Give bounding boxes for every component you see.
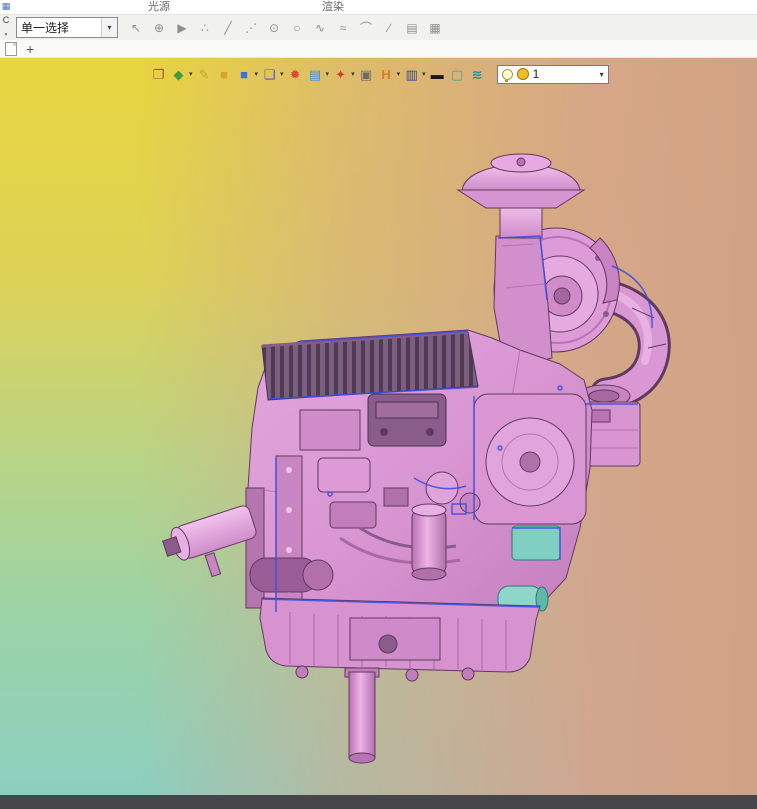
line-icon[interactable]: ╱ — [220, 20, 236, 36]
rotate-select-icon[interactable]: ⊕ — [151, 20, 167, 36]
starter-motor[interactable] — [249, 557, 334, 593]
cube-stack-icon[interactable]: ❏ — [261, 66, 278, 83]
control-box[interactable] — [367, 393, 447, 447]
edge-icon-strip: ▦ C ▪ — [0, 0, 12, 46]
pulley-cover[interactable] — [473, 393, 587, 525]
circle-point-icon[interactable]: ⊙ — [266, 20, 282, 36]
cube-yellow-icon[interactable]: ■ — [216, 66, 233, 83]
right-mount-bracket[interactable] — [585, 401, 641, 467]
light-count-value: 1 — [532, 67, 540, 81]
spline-icon[interactable]: ∿ — [312, 20, 328, 36]
arc-icon[interactable]: ⌒ — [358, 20, 374, 36]
cube-blue-icon-caret[interactable]: ▾ — [255, 70, 259, 78]
taskbar-strip — [0, 795, 757, 809]
layers-sheet-icon[interactable]: ▦ — [427, 20, 443, 36]
monitor-icon-caret[interactable]: ▾ — [422, 70, 426, 78]
light-count-dropdown[interactable]: 1 ▾ — [496, 64, 609, 84]
fuel-filter[interactable] — [411, 503, 447, 581]
texture-image-icon[interactable]: ▤ — [307, 66, 324, 83]
new-tab-button[interactable]: + — [26, 41, 34, 57]
cube-blue-icon[interactable]: ■ — [236, 66, 253, 83]
viewport-3d[interactable]: ❐ ◆ ▾ ✎ ■ ■ ▾ ❏ ▾ ✹ ▤ ▾ ✦ ▾ ▣ H ▾ ▥ ▾ ▬ ▢ ≋ 1 ▾ — [0, 58, 757, 795]
light-dropdown-caret-icon[interactable]: ▾ — [600, 70, 604, 79]
monitor-icon[interactable]: ▥ — [403, 66, 420, 83]
circle-icon[interactable]: ○ — [289, 20, 305, 36]
ribbon-strip: 光源 渲染 — [0, 0, 757, 14]
air-cleaner[interactable] — [456, 153, 586, 239]
material-apply-icon[interactable]: ◆ — [170, 66, 187, 83]
select-cursor-icon[interactable]: ↖ — [128, 20, 144, 36]
selection-toolbar-icons: ↖ ⊕ ▶ ∴ ╱ ⋰ ⊙ ○ ∿ ≈ ⌒ ∕ ▤ ▦ — [128, 20, 443, 36]
light-ball-icon — [516, 68, 529, 80]
sheet-icon[interactable]: ▤ — [404, 20, 420, 36]
clip-icon[interactable]: C — [1, 14, 12, 27]
light-direction-icon-caret[interactable]: ▾ — [351, 70, 355, 78]
viewport-frame-icon[interactable]: ▣ — [358, 66, 375, 83]
pin-icon[interactable]: ▪ — [1, 28, 12, 41]
point-snap-icon[interactable]: ∴ — [197, 20, 213, 36]
paintbrush-icon[interactable]: ✎ — [196, 66, 213, 83]
render-toolbar-icons: ❐ ◆ ▾ ✎ ■ ■ ▾ ❏ ▾ ✹ ▤ ▾ ✦ ▾ ▣ H ▾ ▥ ▾ ▬ ▢ ≋ — [150, 66, 486, 83]
crankcase[interactable] — [259, 597, 541, 682]
render-toolbar: ❐ ◆ ▾ ✎ ■ ■ ▾ ❏ ▾ ✹ ▤ ▾ ✦ ▾ ▣ H ▾ ▥ ▾ ▬ ▢ ≋ 1 ▾ — [150, 63, 609, 85]
ribbon-group-light[interactable]: 光源 — [148, 0, 170, 14]
output-shaft[interactable] — [344, 667, 380, 764]
hdr-icon[interactable]: H — [378, 66, 395, 83]
layers-teal-icon[interactable]: ≋ — [469, 66, 486, 83]
ribbon-group-render[interactable]: 渲染 — [322, 0, 344, 14]
engine-3d-model[interactable] — [0, 58, 757, 795]
wave-curve-icon[interactable]: ≈ — [335, 20, 351, 36]
material-ball-icon[interactable]: ✹ — [287, 66, 304, 83]
texture-image-icon-caret[interactable]: ▾ — [326, 70, 330, 78]
cube-stack-icon-caret[interactable]: ▾ — [280, 70, 284, 78]
light-direction-icon[interactable]: ✦ — [332, 66, 349, 83]
material-apply-icon-caret[interactable]: ▾ — [189, 70, 193, 78]
selection-mode-dropdown[interactable]: 单一选择 ▾ — [16, 17, 118, 38]
render-window-icon[interactable]: ❐ — [150, 66, 167, 83]
exposure-bar-icon[interactable]: ▬ — [429, 66, 446, 83]
play-icon[interactable]: ▶ — [174, 20, 190, 36]
application-window: 光源 渲染 ▦ C ▪ 单一选择 ▾ ↖ ⊕ ▶ ∴ ╱ ⋰ ⊙ ○ ∿ ≈ ⌒ ∕ ▤ ▦ + ❐ ◆ ▾ ✎ ■ ■… — [0, 0, 757, 809]
segment-icon[interactable]: ∕ — [381, 20, 397, 36]
window-grid-icon[interactable]: ▦ — [1, 0, 12, 13]
ground-plane-icon[interactable]: ▢ — [449, 66, 466, 83]
hdr-icon-caret[interactable]: ▾ — [397, 70, 401, 78]
polyline-icon[interactable]: ⋰ — [243, 20, 259, 36]
selection-mode-value: 单一选择 — [21, 21, 70, 35]
document-tab-bar: + — [0, 40, 757, 58]
dropdown-arrow-icon[interactable]: ▾ — [101, 18, 117, 37]
lightbulb-icon — [501, 68, 513, 82]
selection-toolbar: 单一选择 ▾ ↖ ⊕ ▶ ∴ ╱ ⋰ ⊙ ○ ∿ ≈ ⌒ ∕ ▤ ▦ — [0, 14, 757, 40]
